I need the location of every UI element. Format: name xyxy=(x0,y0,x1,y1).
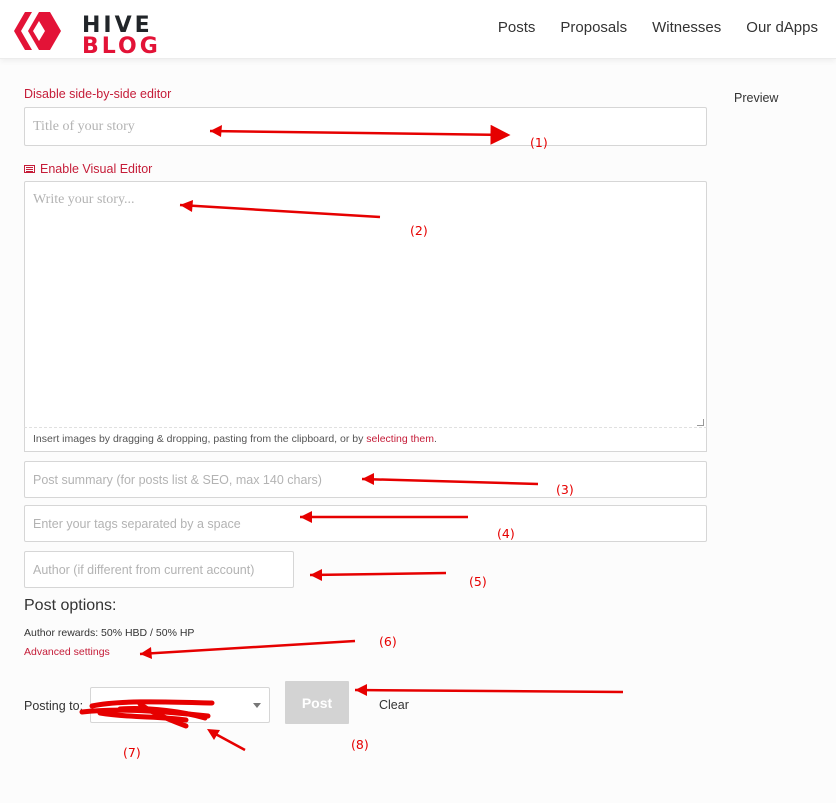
summary-placeholder: Post summary (for posts list & SEO, max … xyxy=(33,473,322,487)
author-placeholder: Author (if different from current accoun… xyxy=(33,563,255,577)
tags-placeholder: Enter your tags separated by a space xyxy=(33,517,241,531)
advanced-settings-link[interactable]: Advanced settings xyxy=(24,646,110,658)
post-options-heading: Post options: xyxy=(24,597,117,614)
upload-hint: Insert images by dragging & dropping, pa… xyxy=(24,427,707,452)
community-select[interactable] xyxy=(90,687,270,723)
resize-handle-icon[interactable] xyxy=(697,419,704,426)
top-header: HIVE BLOG Posts Proposals Witnesses Our … xyxy=(0,0,836,59)
annotation-3: (3) xyxy=(556,482,574,497)
disable-side-by-side-link[interactable]: Disable side-by-side editor xyxy=(24,87,171,101)
visual-editor-label: Enable Visual Editor xyxy=(40,162,153,176)
annotation-5: (5) xyxy=(469,574,487,589)
clear-button[interactable]: Clear xyxy=(379,698,409,712)
annotation-7: (7) xyxy=(123,745,141,760)
nav-our-dapps[interactable]: Our dApps xyxy=(746,19,818,36)
main-nav: Posts Proposals Witnesses Our dApps xyxy=(498,19,818,36)
author-rewards-text: Author rewards: 50% HBD / 50% HP xyxy=(24,627,195,639)
preview-heading: Preview xyxy=(734,91,779,105)
annotation-1: (1) xyxy=(530,135,548,150)
annotation-2: (2) xyxy=(410,223,428,238)
hive-logo-icon xyxy=(14,12,61,50)
nav-posts[interactable]: Posts xyxy=(498,19,536,36)
annotation-4: (4) xyxy=(497,526,515,541)
posting-to-label: Posting to: xyxy=(24,699,84,713)
title-input[interactable]: Title of your story xyxy=(24,107,707,146)
visual-editor-icon xyxy=(24,165,35,173)
story-body-textarea[interactable]: Write your story... xyxy=(24,181,707,428)
logo-wordmark: HIVE BLOG xyxy=(82,13,161,59)
post-button[interactable]: Post xyxy=(285,681,349,724)
title-placeholder: Title of your story xyxy=(33,119,135,134)
tags-input[interactable]: Enter your tags separated by a space xyxy=(24,505,707,542)
selecting-them-link[interactable]: selecting them xyxy=(366,433,434,445)
body-placeholder: Write your story... xyxy=(33,192,135,207)
logo-word-blog: BLOG xyxy=(82,34,161,59)
nav-witnesses[interactable]: Witnesses xyxy=(652,19,721,36)
author-input[interactable]: Author (if different from current accoun… xyxy=(24,551,294,588)
chevron-down-icon xyxy=(253,703,261,708)
hive-blog-logo[interactable]: HIVE BLOG xyxy=(12,9,162,58)
enable-visual-editor-link[interactable]: Enable Visual Editor xyxy=(24,162,152,176)
post-summary-input[interactable]: Post summary (for posts list & SEO, max … xyxy=(24,461,707,498)
logo-word-hive: HIVE xyxy=(82,13,153,38)
upload-hint-text: Insert images by dragging & dropping, pa… xyxy=(33,433,367,445)
annotation-8: (8) xyxy=(351,737,369,752)
nav-proposals[interactable]: Proposals xyxy=(560,19,627,36)
upload-hint-period: . xyxy=(433,433,437,445)
annotation-6: (6) xyxy=(379,634,397,649)
